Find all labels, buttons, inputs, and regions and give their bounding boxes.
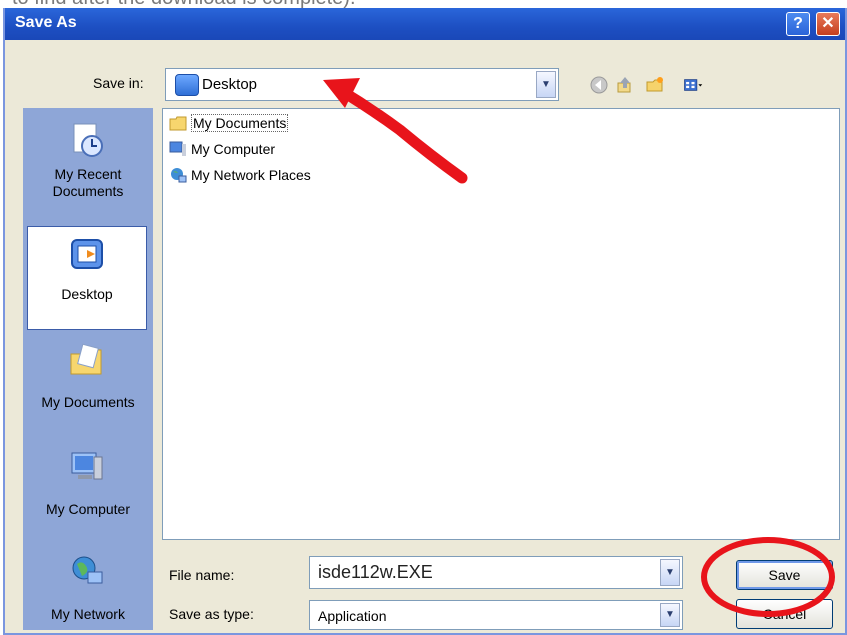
file-name-input[interactable]: isde112w.EXE ▼	[309, 556, 683, 589]
title-bar[interactable]: Save As ? ✕	[5, 8, 845, 40]
folder-icon	[169, 116, 187, 131]
dialog-title: Save As	[15, 14, 77, 31]
chevron-down-icon[interactable]: ▼	[660, 603, 680, 627]
file-name-label: File name:	[169, 567, 235, 583]
place-my-documents[interactable]: My Documents	[23, 336, 153, 440]
place-desktop[interactable]: Desktop	[27, 226, 147, 330]
network-icon	[171, 168, 187, 183]
places-bar: My Recent Documents Desktop My Documents…	[23, 108, 153, 630]
desktop-icon	[71, 239, 103, 269]
save-in-value: Desktop	[202, 76, 258, 93]
chevron-down-icon[interactable]: ▼	[660, 559, 680, 586]
cancel-button[interactable]: Cancel	[736, 599, 833, 629]
save-as-dialog: Save As ? ✕ Save in: Desktop ▼ My Recent…	[3, 8, 847, 635]
up-folder-icon[interactable]	[615, 75, 635, 95]
help-button[interactable]: ?	[786, 12, 810, 36]
place-label: My Documents	[41, 394, 135, 410]
place-my-computer[interactable]: My Computer	[23, 443, 153, 547]
save-button[interactable]: Save	[736, 560, 833, 590]
place-label: My Computer	[45, 501, 131, 517]
place-label: My Network	[51, 606, 125, 622]
file-name-value: isde112w.EXE	[318, 562, 433, 582]
save-in-label: Save in:	[93, 75, 144, 91]
file-item-label: My Computer	[191, 141, 276, 157]
my-computer-icon	[71, 452, 103, 480]
file-item-label: My Documents	[191, 114, 289, 132]
save-as-type-select[interactable]: Application ▼	[309, 600, 683, 630]
place-label: My Recent Documents	[52, 166, 124, 199]
back-icon[interactable]	[589, 75, 609, 95]
computer-icon	[169, 141, 186, 156]
close-button[interactable]: ✕	[816, 12, 840, 36]
file-item-label: My Network Places	[191, 167, 311, 183]
new-folder-icon[interactable]	[645, 75, 665, 95]
save-as-type-value: Application	[318, 608, 387, 624]
network-places-icon	[72, 556, 103, 584]
save-in-dropdown[interactable]: Desktop ▼	[165, 68, 559, 101]
place-recent-documents[interactable]: My Recent Documents	[23, 108, 153, 212]
my-documents-icon	[70, 343, 102, 375]
desktop-icon	[175, 74, 199, 96]
chevron-down-icon[interactable]: ▼	[536, 71, 556, 98]
save-as-type-label: Save as type:	[169, 606, 254, 622]
place-label: Desktop	[61, 286, 113, 302]
views-menu-icon[interactable]	[683, 75, 703, 95]
place-my-network[interactable]: My Network	[23, 548, 153, 630]
file-list[interactable]: My Documents My Computer My Network Plac…	[162, 108, 840, 540]
recent-documents-icon	[73, 123, 103, 157]
